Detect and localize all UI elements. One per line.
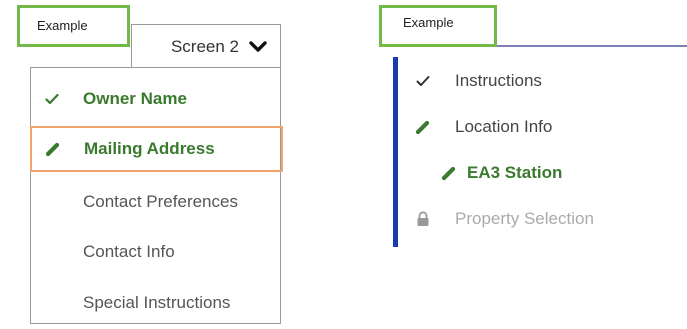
- menu-item-label: Contact Info: [83, 242, 175, 261]
- menu-item-special-instructions[interactable]: Special Instructions: [31, 280, 282, 326]
- menu-item-contact-preferences[interactable]: Contact Preferences: [31, 179, 282, 225]
- menu-item-owner-name[interactable]: Owner Name: [31, 76, 282, 122]
- pencil-icon: [44, 140, 62, 158]
- nav-item-label: Property Selection: [455, 209, 594, 228]
- menu-item-mailing-address[interactable]: Mailing Address: [30, 126, 283, 172]
- progress-rail: [393, 57, 398, 247]
- menu-item-label: Owner Name: [83, 89, 187, 108]
- nav-item-label: Location Info: [455, 117, 553, 136]
- example-tag: Example: [17, 5, 130, 47]
- lock-icon: [414, 210, 432, 228]
- menu-item-label: Special Instructions: [83, 293, 231, 312]
- nav-item-label: EA3 Station: [467, 163, 563, 182]
- menu-item-label: Contact Preferences: [83, 192, 238, 211]
- screen-menu: Owner Name Mailing Address Contact Prefe…: [30, 67, 283, 326]
- pencil-icon: [440, 164, 458, 182]
- header-divider: [495, 45, 687, 47]
- pencil-icon: [414, 118, 432, 136]
- example-tag-label: Example: [37, 18, 88, 33]
- check-icon: [414, 72, 432, 90]
- example-tag: Example: [379, 5, 497, 47]
- menu-item-label: Mailing Address: [84, 139, 215, 158]
- nav-item-label: Instructions: [455, 71, 542, 90]
- chevron-down-icon: [249, 40, 267, 52]
- example-tag-label: Example: [403, 15, 454, 30]
- check-icon: [43, 90, 61, 108]
- menu-item-contact-info[interactable]: Contact Info: [31, 229, 282, 275]
- screen-select-dropdown[interactable]: Screen 2: [131, 24, 281, 68]
- screen-select-value: Screen 2: [170, 36, 239, 56]
